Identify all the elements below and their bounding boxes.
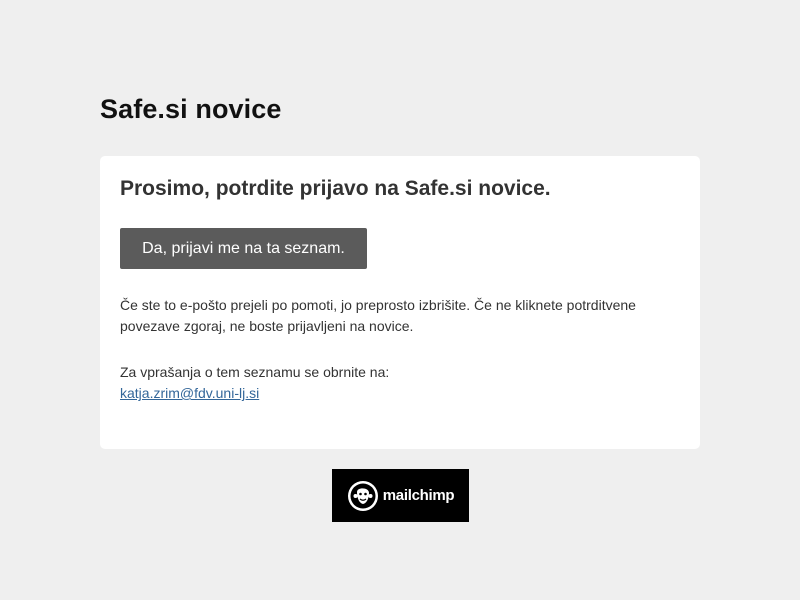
- contact-email-link[interactable]: katja.zrim@fdv.uni-lj.si: [120, 385, 259, 401]
- disclaimer-text: Če ste to e-pošto prejeli po pomoti, jo …: [120, 297, 636, 334]
- confirm-subscription-button[interactable]: Da, prijavi me na ta seznam.: [120, 228, 367, 269]
- page: Safe.si novice Prosimo, potrdite prijavo…: [0, 0, 800, 600]
- mailchimp-wordmark: mailchimp: [382, 487, 455, 504]
- confirmation-card: Prosimo, potrdite prijavo na Safe.si nov…: [100, 156, 700, 449]
- page-title: Safe.si novice: [100, 94, 282, 124]
- mailchimp-freddie-icon: [347, 480, 378, 511]
- contact-paragraph: Za vprašanja o tem seznamu se obrnite na…: [120, 362, 660, 404]
- card-heading: Prosimo, potrdite prijavo na Safe.si nov…: [120, 177, 551, 200]
- mailchimp-badge[interactable]: mailchimp: [332, 469, 469, 522]
- contact-prefix: Za vprašanja o tem seznamu se obrnite na…: [120, 364, 390, 380]
